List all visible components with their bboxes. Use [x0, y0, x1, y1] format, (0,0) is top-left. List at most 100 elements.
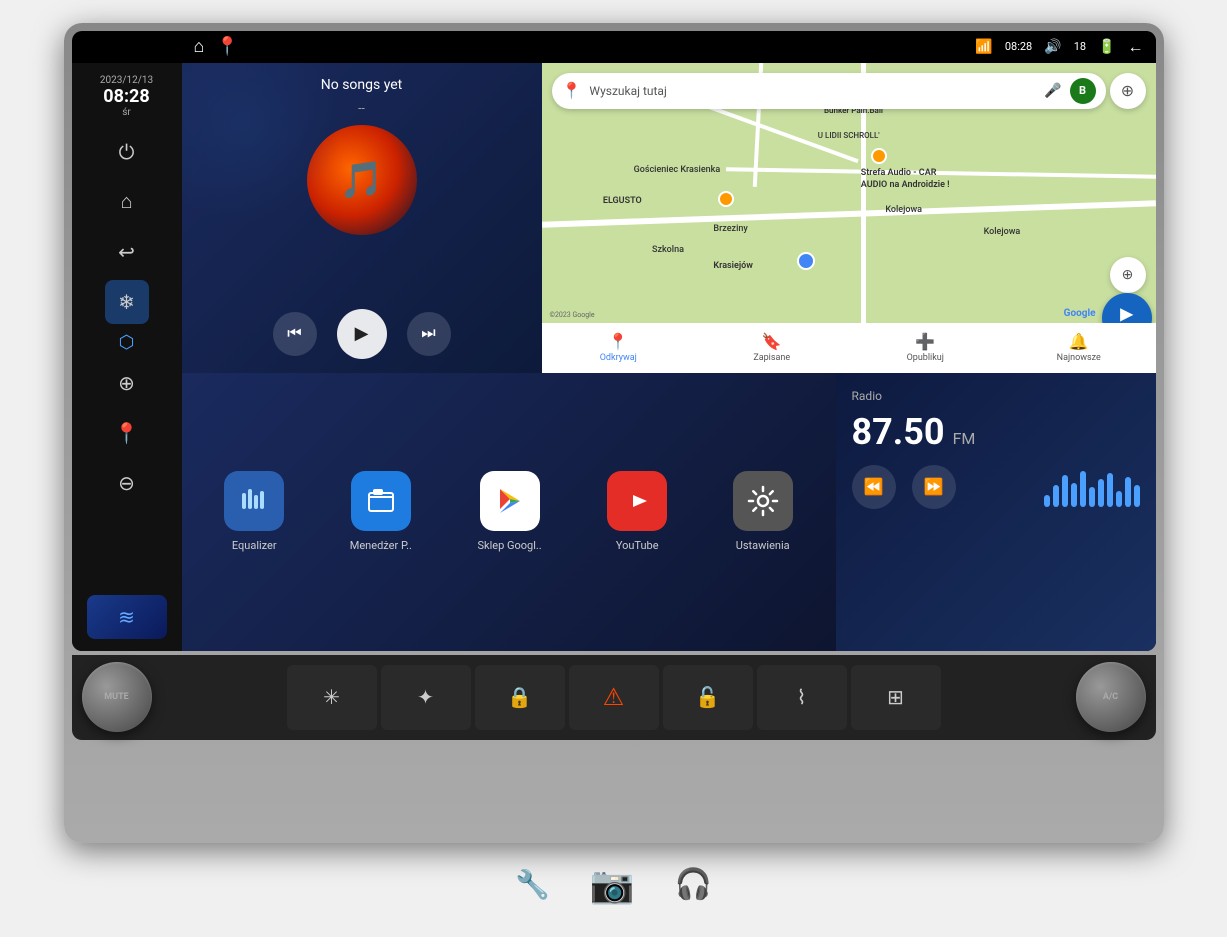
audio-bar-1	[1044, 495, 1050, 507]
equalizer-label: Equalizer	[232, 539, 277, 552]
zapisane-icon: 🔖	[762, 332, 782, 351]
audio-bar-5	[1080, 471, 1086, 507]
radio-controls: ⏪ ⏩	[852, 465, 956, 509]
radio-prev-button[interactable]: ⏪	[852, 465, 896, 509]
voice-icon: ≋	[118, 605, 135, 629]
sidebar-item-subtract[interactable]: ⊖	[105, 461, 149, 505]
music-subtitle: --	[196, 101, 528, 115]
hazard-button[interactable]: ⚠	[569, 665, 659, 730]
app-settings[interactable]: Ustawienia	[733, 471, 793, 552]
next-button[interactable]: ⏭	[407, 312, 451, 356]
najnowsze-icon: 🔔	[1069, 332, 1089, 351]
app-filemanager[interactable]: Menedżer P..	[350, 471, 412, 552]
defrost-button[interactable]: ⊞	[851, 665, 941, 730]
map-tab-zapisane[interactable]: 🔖 Zapisane	[695, 332, 849, 363]
lock1-button[interactable]: 🔒	[475, 665, 565, 730]
audio-bar-8	[1107, 473, 1113, 507]
map-label-krasiejow: Krasiejów	[713, 261, 752, 271]
prev-button[interactable]: ⏮	[273, 312, 317, 356]
music-controls: ⏮ ▶ ⏭	[196, 309, 528, 359]
control-buttons: ✳ ✦ 🔒 ⚠ 🔓 ⌇ ⊞	[152, 665, 1076, 730]
car-unit: 📶 08:28 🔊 18 🔋 ← ⌂ 📍 2023/12/13 08:28 śr…	[64, 23, 1164, 843]
radio-widget: Radio 87.50 FM ⏪ ⏩	[836, 373, 1156, 651]
map-pin-1	[871, 148, 887, 164]
lock1-icon: 🔒	[507, 685, 532, 709]
date-time-display: 2023/12/13 08:28 śr	[100, 71, 153, 122]
opublikuj-label: Opublikuj	[907, 353, 944, 363]
user-avatar: B	[1070, 78, 1096, 104]
audio-bar-9	[1116, 491, 1122, 507]
map-location-button[interactable]: ⊕	[1110, 73, 1146, 109]
accessory-tools: 🔧	[515, 868, 550, 901]
playstore-label: Sklep Googl..	[477, 539, 541, 552]
sidebar-item-snowflake[interactable]: ❄	[105, 280, 149, 324]
screen-content: No songs yet -- 🎵 ⏮ ▶ ⏭	[182, 63, 1156, 651]
radio-frequency: 87.50	[852, 411, 945, 453]
fan-low-button[interactable]: ✦	[381, 665, 471, 730]
map-tab-odkrywaj[interactable]: 📍 Odkrywaj	[542, 332, 696, 363]
sidebar-item-power[interactable]: ⏻	[105, 130, 149, 174]
play-button[interactable]: ▶	[337, 309, 387, 359]
top-app-bar: ⌂ 📍	[182, 31, 442, 63]
map-crosshair-button[interactable]: ⊕	[1110, 257, 1146, 293]
map-label-krasienka: Gościeniec Krasienka	[634, 165, 721, 175]
sidebar-item-bluetooth: ⬡	[119, 332, 135, 353]
map-pin-3	[797, 252, 815, 270]
radio-bottom: ⏪ ⏩	[852, 465, 1140, 509]
audio-bar-2	[1053, 485, 1059, 507]
hazard-icon: ⚠	[603, 683, 625, 711]
fan-high-button[interactable]: ✳	[287, 665, 377, 730]
map-tab-opublikuj[interactable]: ➕ Opublikuj	[849, 332, 1003, 363]
sidebar-item-add[interactable]: ⊕	[105, 361, 149, 405]
music-title: No songs yet	[196, 77, 528, 93]
mic-icon[interactable]: 🎤	[1044, 83, 1061, 99]
audio-bar-10	[1125, 477, 1131, 507]
wiper-button[interactable]: ⌇	[757, 665, 847, 730]
map-bottom-bar: 📍 Odkrywaj 🔖 Zapisane ➕ Opublikuj 🔔	[542, 323, 1156, 373]
map-label-elgusto: ELGUSTO	[603, 196, 642, 206]
playstore-icon-bg	[480, 471, 540, 531]
camera-icon: 📷	[590, 864, 635, 906]
start-arrow-icon: ▶	[1120, 304, 1132, 323]
map-label-strefa: Strefa Audio - CARAUDIO na Androidzie !	[861, 168, 950, 191]
left-knob[interactable]: MUTE	[82, 662, 152, 732]
map-tab-najnowsze[interactable]: 🔔 Najnowsze	[1002, 332, 1156, 363]
left-sidebar: 2023/12/13 08:28 śr ⏻ ⌂ ↩ ❄ ⬡ ⊕ 📍 ⊖ ≋	[72, 63, 182, 651]
fan-low-icon: ✦	[417, 685, 434, 709]
search-text: Wyszukaj tutaj	[589, 84, 1036, 98]
maps-app-icon[interactable]: 📍	[216, 36, 238, 57]
map-label-lidii: U LIDII SCHROLL'	[818, 131, 880, 140]
app-playstore[interactable]: Sklep Googl..	[477, 471, 541, 552]
audio-bar-6	[1089, 487, 1095, 507]
audio-bar-11	[1134, 485, 1140, 507]
map-label-kolejowa1: Kolejowa	[885, 205, 922, 215]
radio-freq-row: 87.50 FM	[852, 411, 1140, 453]
cable-icon: 🎧	[675, 867, 712, 902]
sidebar-item-home[interactable]: ⌂	[105, 180, 149, 224]
wiper-icon: ⌇	[797, 685, 807, 709]
youtube-icon-bg	[607, 471, 667, 531]
date: 2023/12/13	[100, 75, 153, 86]
music-album-art: 🎵	[307, 125, 417, 235]
youtube-label: YouTube	[616, 539, 659, 552]
app-equalizer[interactable]: Equalizer	[224, 471, 284, 552]
sidebar-item-back[interactable]: ↩	[105, 230, 149, 274]
left-knob-label: MUTE	[104, 692, 128, 702]
map-label-brzeziny: Brzeziny	[713, 224, 747, 234]
right-knob[interactable]: A/C	[1076, 662, 1146, 732]
fan-high-icon: ✳	[323, 685, 340, 709]
apps-panel: Equalizer Menedżer P..	[182, 373, 836, 651]
back-button[interactable]: ←	[1128, 37, 1144, 57]
voice-button[interactable]: ≋	[87, 595, 167, 639]
lock2-button[interactable]: 🔓	[663, 665, 753, 730]
map-search-bar[interactable]: 📍 Wyszukaj tutaj 🎤 B	[552, 73, 1106, 109]
odkrywaj-label: Odkrywaj	[600, 353, 637, 363]
radio-next-button[interactable]: ⏩	[912, 465, 956, 509]
home-app-icon[interactable]: ⌂	[194, 36, 205, 57]
app-youtube[interactable]: YouTube	[607, 471, 667, 552]
audio-bar-7	[1098, 479, 1104, 507]
audio-visualization	[1044, 467, 1140, 507]
sidebar-item-location[interactable]: 📍	[105, 411, 149, 455]
battery-icon: 🔋	[1098, 39, 1115, 55]
lock2-icon: 🔓	[695, 685, 720, 709]
